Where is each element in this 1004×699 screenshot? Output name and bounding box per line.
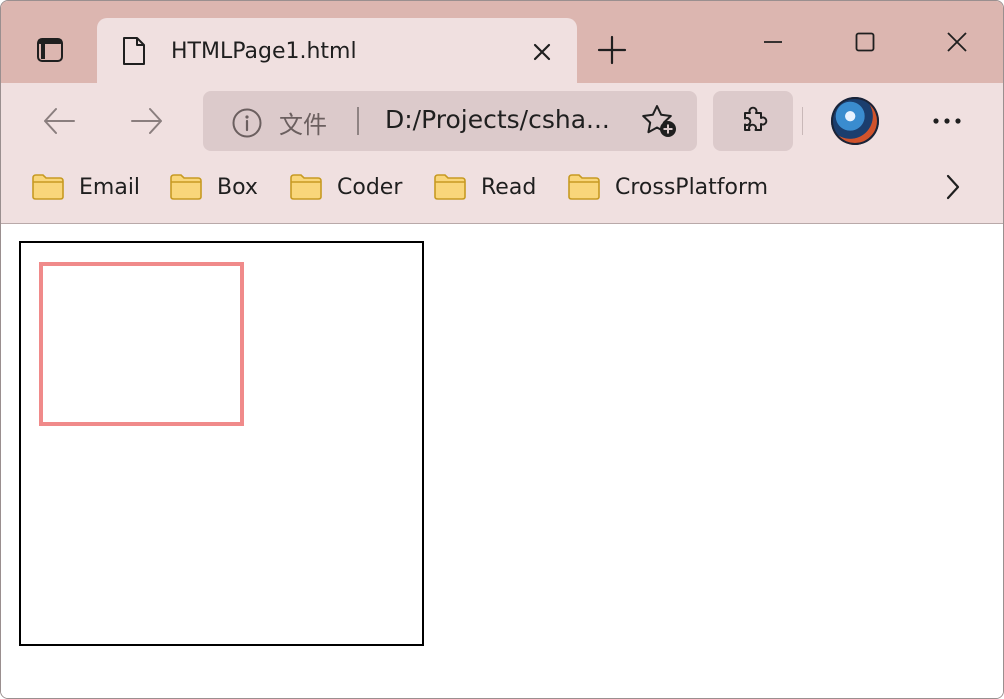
folder-icon bbox=[32, 174, 64, 200]
extensions-button[interactable] bbox=[713, 91, 793, 151]
more-options-button[interactable] bbox=[923, 99, 971, 143]
bookmark-label: Email bbox=[79, 174, 141, 200]
bookmark-folder-read[interactable]: Read bbox=[433, 171, 536, 203]
maximize-icon bbox=[855, 32, 875, 52]
tab-close-button[interactable] bbox=[529, 39, 555, 65]
tab-actions-icon bbox=[37, 38, 63, 62]
star-plus-icon bbox=[642, 105, 676, 137]
site-security-label[interactable]: 文件 bbox=[279, 105, 327, 140]
bookmark-label: CrossPlatform bbox=[615, 174, 769, 200]
arrow-left-icon bbox=[44, 108, 75, 134]
more-icon bbox=[933, 118, 961, 124]
forward-button[interactable] bbox=[125, 99, 169, 143]
new-tab-button[interactable] bbox=[593, 31, 631, 69]
folder-icon bbox=[170, 174, 202, 200]
browser-window: HTMLPage1.html 文件 D:/Projects/csha... Em… bbox=[0, 0, 1004, 699]
add-favorite-button[interactable] bbox=[639, 103, 679, 139]
inner-box bbox=[39, 262, 244, 426]
bookmark-folder-crossplatform[interactable]: CrossPlatform bbox=[567, 171, 768, 203]
bookmark-folder-email[interactable]: Email bbox=[31, 171, 140, 203]
toolbar-separator bbox=[802, 107, 803, 135]
profile-avatar[interactable] bbox=[831, 97, 879, 145]
page-content bbox=[1, 224, 1003, 698]
maximize-button[interactable] bbox=[835, 21, 895, 63]
navigation-toolbar: 文件 D:/Projects/csha... bbox=[1, 83, 1003, 159]
back-button[interactable] bbox=[37, 99, 81, 143]
title-bar: HTMLPage1.html bbox=[1, 1, 1003, 83]
folder-icon bbox=[290, 174, 322, 200]
favorites-bar: Email Box Coder Read CrossPlatform bbox=[1, 159, 1003, 224]
bookmark-label: Coder bbox=[337, 174, 403, 200]
outer-box bbox=[19, 241, 424, 646]
plus-icon bbox=[597, 35, 627, 65]
address-bar[interactable]: 文件 D:/Projects/csha... bbox=[203, 91, 697, 151]
close-icon bbox=[533, 43, 551, 61]
arrow-right-icon bbox=[131, 108, 162, 134]
page-icon bbox=[123, 37, 145, 65]
address-separator bbox=[357, 107, 359, 135]
chevron-right-icon bbox=[946, 174, 960, 200]
browser-tab[interactable]: HTMLPage1.html bbox=[97, 18, 577, 83]
folder-icon bbox=[568, 174, 600, 200]
bookmark-folder-box[interactable]: Box bbox=[169, 171, 258, 203]
url-text[interactable]: D:/Projects/csha... bbox=[385, 105, 610, 134]
folder-icon bbox=[434, 174, 466, 200]
tab-actions-button[interactable] bbox=[23, 25, 77, 75]
bookmark-folder-coder[interactable]: Coder bbox=[289, 171, 402, 203]
close-icon bbox=[947, 32, 967, 52]
minimize-icon bbox=[764, 41, 782, 43]
tab-title: HTMLPage1.html bbox=[171, 39, 357, 64]
minimize-button[interactable] bbox=[743, 21, 803, 63]
window-close-button[interactable] bbox=[927, 21, 987, 63]
favorites-overflow-button[interactable] bbox=[935, 171, 971, 203]
bookmark-label: Box bbox=[217, 174, 258, 200]
bookmark-label: Read bbox=[481, 174, 537, 200]
puzzle-icon bbox=[744, 106, 768, 131]
info-icon[interactable] bbox=[231, 107, 263, 139]
